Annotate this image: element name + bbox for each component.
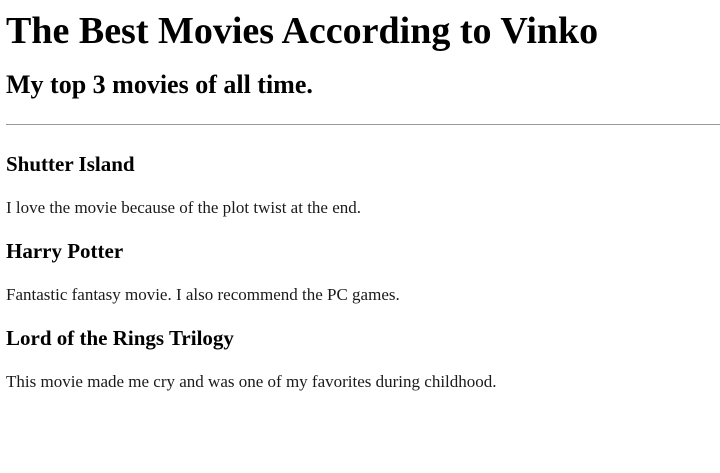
movie-description: This movie made me cry and was one of my… — [6, 372, 497, 391]
movie-description: I love the movie because of the plot twi… — [6, 198, 362, 217]
list-item: Lord of the Rings Trilogy This movie mad… — [6, 325, 720, 392]
movie-title: Shutter Island — [6, 152, 135, 176]
movie-list: Shutter Island I love the movie because … — [6, 151, 720, 392]
list-item: Shutter Island I love the movie because … — [6, 151, 720, 218]
page-subtitle: My top 3 movies of all time. — [6, 70, 313, 99]
page-title: The Best Movies According to Vinko — [6, 10, 599, 52]
list-item: Harry Potter Fantastic fantasy movie. I … — [6, 238, 720, 305]
divider — [6, 124, 720, 125]
movie-title: Lord of the Rings Trilogy — [6, 326, 234, 350]
movie-title: Harry Potter — [6, 239, 124, 263]
movie-description: Fantastic fantasy movie. I also recommen… — [6, 285, 400, 304]
